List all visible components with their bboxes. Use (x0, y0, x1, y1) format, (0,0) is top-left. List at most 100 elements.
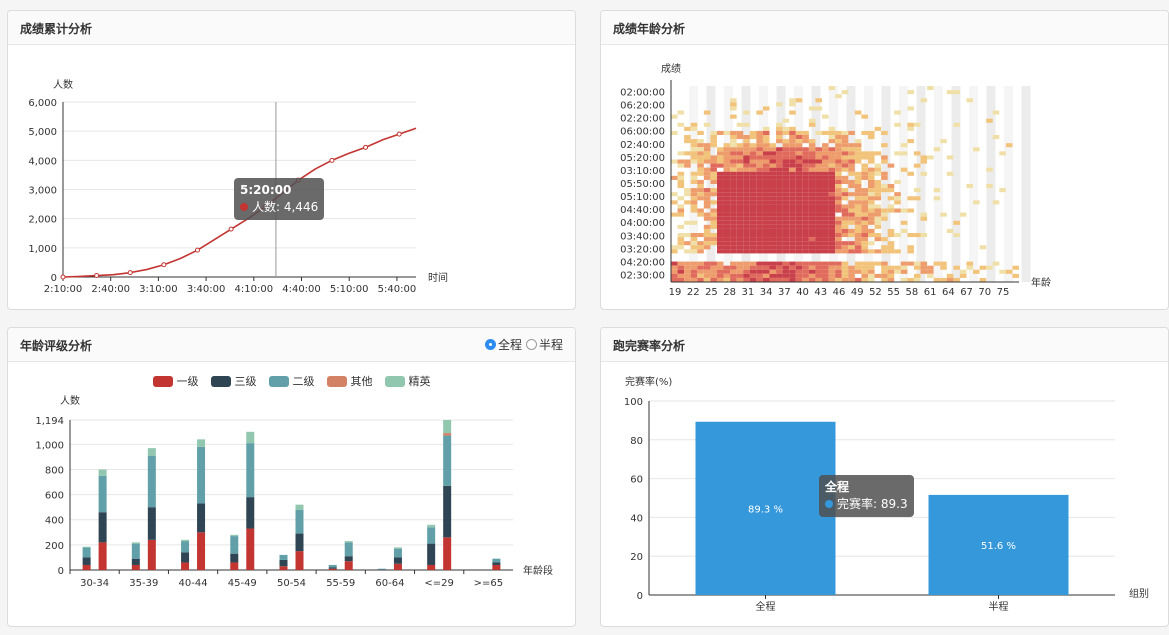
heat-cell (762, 147, 770, 152)
heat-cell (776, 159, 783, 164)
heat-cell (867, 167, 875, 172)
age-level-chart[interactable]: 0 200 400 600 800 1,000 1,194 人数年龄段 30-34 35-39 40… (8, 361, 575, 627)
legend-item[interactable]: 二级 (268, 373, 315, 389)
heat-cell (867, 151, 875, 156)
heat-cell (913, 261, 921, 266)
heat-cell (671, 114, 678, 119)
heat-cell (671, 273, 678, 278)
bar-segment (82, 546, 91, 548)
heat-cell (762, 237, 770, 242)
bar-segment (492, 562, 501, 565)
cumulative-chart[interactable]: 0 1,000 2,000 3,000 4,000 5,000 6,000 人数时间 2:10:… (8, 44, 575, 310)
heat-cell (730, 188, 737, 193)
heat-cell (828, 277, 836, 282)
heatmap-chart[interactable]: 02:00:00 06:20:00 02:20:00 06:00:00 02:40:00… (601, 44, 1168, 310)
heat-cell (854, 159, 862, 164)
heat-cell (756, 139, 763, 144)
heat-cell (1012, 273, 1019, 278)
heat-cell (697, 277, 704, 282)
heat-cell (887, 273, 895, 278)
heat-cell (703, 216, 711, 221)
heat-cell (697, 245, 704, 250)
heat-cell (730, 277, 737, 282)
heat-cell (762, 130, 770, 135)
radio-half[interactable]: 半程 (525, 336, 563, 353)
heat-cell (782, 212, 790, 217)
heat-cell (900, 228, 908, 233)
heat-cell (769, 204, 777, 209)
y-tick-label: 06:00:00 (620, 127, 665, 138)
heat-cell (703, 212, 711, 217)
heat-cell (776, 224, 783, 229)
heat-cell (828, 204, 836, 209)
heat-cell (756, 261, 763, 266)
heat-cell (913, 151, 921, 156)
heat-cell (841, 277, 849, 282)
heat-cell (795, 249, 803, 254)
heat-cell (900, 261, 908, 266)
heat-cell (920, 155, 928, 160)
heat-cell (769, 147, 777, 152)
radio-full[interactable]: 全程 (484, 336, 522, 353)
heat-cell (894, 233, 901, 238)
heat-cell (789, 204, 796, 209)
y-tick-label: 2,000 (28, 215, 57, 226)
heat-cell (736, 224, 744, 229)
heat-cell (677, 273, 685, 278)
legend-item[interactable]: 一级 (152, 373, 199, 389)
legend-item[interactable]: 三级 (210, 373, 257, 389)
heat-cell (684, 135, 691, 140)
heat-cell (776, 126, 783, 131)
heat-cell (769, 273, 777, 278)
heat-cell (743, 200, 750, 205)
heat-cell (874, 126, 882, 131)
heat-cell (854, 212, 862, 217)
heat-cell (848, 184, 855, 189)
heat-cell (854, 261, 862, 266)
heat-cell (776, 192, 783, 197)
legend-swatch (152, 375, 173, 387)
heat-cell (841, 90, 849, 95)
heat-cell (736, 237, 744, 242)
legend-item[interactable]: 精英 (384, 373, 431, 389)
heat-cell (730, 143, 737, 148)
bar-segment (377, 569, 386, 570)
heat-cell (854, 151, 862, 156)
heat-cell (749, 147, 757, 152)
heat-cell (828, 269, 836, 274)
heat-cell (848, 179, 855, 184)
heat-cell (677, 175, 685, 180)
y-axis-title: 完赛率(%) (625, 375, 672, 388)
heat-cell (730, 228, 737, 233)
heat-cell (723, 249, 731, 254)
heat-cell (684, 139, 691, 144)
heat-cell (690, 196, 698, 201)
radio-unchecked-icon[interactable] (525, 339, 537, 350)
heat-cell (861, 220, 868, 225)
heat-cell (782, 171, 790, 176)
heat-cell (756, 167, 763, 172)
x-tick-label: 25 (705, 287, 718, 298)
y-tick-label: 3,000 (28, 186, 57, 197)
bar-segment (443, 537, 452, 570)
legend-item[interactable]: 其他 (326, 373, 373, 389)
legend-swatch (326, 375, 347, 387)
heat-cell (743, 167, 750, 172)
heat-cell (736, 192, 744, 197)
heat-cell (716, 163, 724, 168)
radio-checked-icon[interactable] (484, 339, 496, 350)
heat-cell (690, 143, 698, 148)
heat-cell (782, 261, 790, 266)
heat-cell (795, 269, 803, 274)
heat-cell (736, 171, 744, 176)
heat-cell (861, 130, 868, 135)
heat-cell (723, 155, 731, 160)
heat-cell (749, 192, 757, 197)
heat-cell (723, 163, 731, 168)
heat-cell (762, 220, 770, 225)
heat-cell (736, 200, 744, 205)
bar-segment (427, 524, 436, 528)
panel-header: 成绩累计分析 (8, 11, 575, 45)
heat-cell (881, 277, 888, 282)
heat-cell (710, 155, 717, 160)
